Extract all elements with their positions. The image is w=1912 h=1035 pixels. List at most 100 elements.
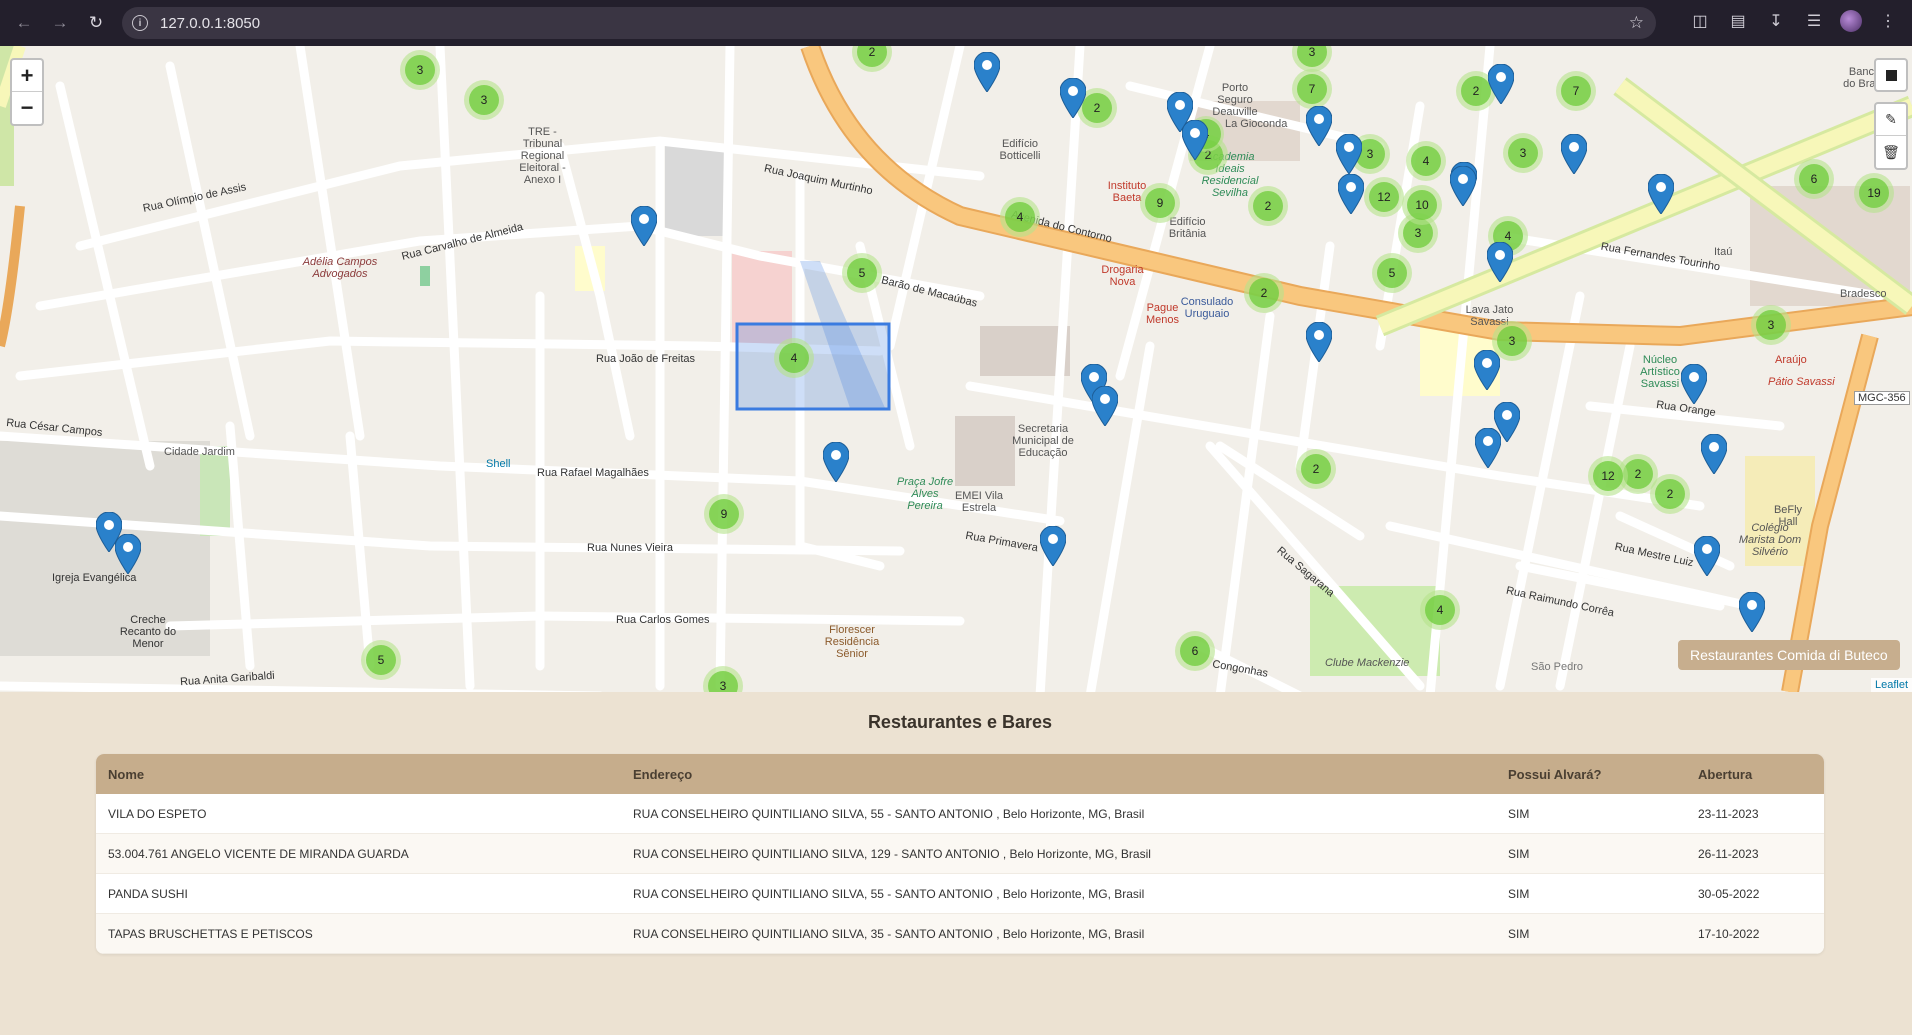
zoom-in-button[interactable]: + bbox=[12, 60, 42, 92]
extensions-icon[interactable]: ◫ bbox=[1688, 9, 1712, 33]
place-label: Consulado Uruguaio bbox=[1180, 296, 1234, 320]
cell-license: SIM bbox=[1508, 886, 1530, 901]
map-marker-icon[interactable] bbox=[1647, 173, 1675, 215]
table-row[interactable]: PANDA SUSHI RUA CONSELHEIRO QUINTILIANO … bbox=[96, 874, 1824, 914]
map-marker-icon[interactable] bbox=[1337, 173, 1365, 215]
cell-license: SIM bbox=[1508, 806, 1530, 821]
map-marker-icon[interactable] bbox=[1700, 433, 1728, 475]
reload-icon[interactable]: ↻ bbox=[82, 9, 110, 37]
map-legend: Restaurantes Comida di Buteco bbox=[1678, 640, 1900, 670]
marker-cluster[interactable]: 3 bbox=[1503, 133, 1543, 173]
marker-cluster[interactable]: 4 bbox=[1406, 141, 1446, 181]
cell-address: RUA CONSELHEIRO QUINTILIANO SILVA, 35 - … bbox=[633, 926, 1145, 941]
map-marker-icon[interactable] bbox=[1305, 105, 1333, 147]
marker-cluster[interactable]: 12 bbox=[1588, 456, 1628, 496]
marker-cluster[interactable]: 4 bbox=[1420, 590, 1460, 630]
map-marker-icon[interactable] bbox=[1059, 77, 1087, 119]
forward-icon[interactable]: → bbox=[46, 9, 74, 37]
draw-rectangle-button[interactable] bbox=[1874, 58, 1908, 92]
edit-layers-button[interactable]: ✎ bbox=[1876, 104, 1906, 136]
map-marker-icon[interactable] bbox=[1449, 165, 1477, 207]
edit-controls: ✎ 🗑 bbox=[1874, 102, 1908, 170]
cell-name: PANDA SUSHI bbox=[108, 886, 188, 901]
map-marker-icon[interactable] bbox=[1181, 119, 1209, 161]
map-marker-icon[interactable] bbox=[1039, 525, 1067, 567]
cell-license: SIM bbox=[1508, 846, 1530, 861]
map-marker-icon[interactable] bbox=[1738, 591, 1766, 633]
marker-cluster[interactable]: 4 bbox=[774, 338, 814, 378]
place-label: São Pedro bbox=[1531, 661, 1583, 673]
table-row[interactable]: 53.004.761 ANGELO VICENTE DE MIRANDA GUA… bbox=[96, 834, 1824, 874]
place-label: BeFly Hall bbox=[1773, 504, 1803, 528]
marker-cluster[interactable]: 6 bbox=[1794, 159, 1834, 199]
marker-cluster[interactable]: 19 bbox=[1854, 173, 1894, 213]
marker-cluster[interactable]: 9 bbox=[1140, 183, 1180, 223]
header-opening[interactable]: Abertura bbox=[1686, 767, 1824, 782]
map-marker-icon[interactable] bbox=[1473, 349, 1501, 391]
place-label: Edifício Botticelli bbox=[999, 138, 1041, 162]
delete-layers-button[interactable]: 🗑 bbox=[1876, 136, 1906, 168]
profile-avatar[interactable] bbox=[1840, 10, 1862, 32]
cell-opening: 26-11-2023 bbox=[1698, 846, 1759, 861]
marker-cluster[interactable]: 2 bbox=[1244, 273, 1284, 313]
header-address[interactable]: Endereço bbox=[621, 767, 1496, 782]
cell-opening: 17-10-2022 bbox=[1698, 926, 1760, 941]
trash-icon: 🗑 bbox=[1882, 143, 1900, 160]
media-icon[interactable]: ☰ bbox=[1802, 9, 1826, 33]
map-view[interactable]: Rua Olímpio de Assis Rua Carvalho de Alm… bbox=[0, 46, 1912, 692]
address-bar[interactable]: i 127.0.0.1:8050 ☆ bbox=[122, 7, 1656, 39]
table-row[interactable]: VILA DO ESPETO RUA CONSELHEIRO QUINTILIA… bbox=[96, 794, 1824, 834]
zoom-out-button[interactable]: − bbox=[12, 92, 42, 124]
map-marker-icon[interactable] bbox=[973, 51, 1001, 93]
cell-name: TAPAS BRUSCHETTAS E PETISCOS bbox=[108, 926, 313, 941]
download-icon[interactable]: ↧ bbox=[1764, 9, 1788, 33]
back-icon[interactable]: ← bbox=[10, 9, 38, 37]
leaflet-attribution[interactable]: Leaflet bbox=[1870, 678, 1912, 692]
marker-cluster[interactable]: 5 bbox=[842, 253, 882, 293]
table-row[interactable]: TAPAS BRUSCHETTAS E PETISCOS RUA CONSELH… bbox=[96, 914, 1824, 954]
map-marker-icon[interactable] bbox=[1305, 321, 1333, 363]
map-marker-icon[interactable] bbox=[1680, 363, 1708, 405]
map-marker-icon[interactable] bbox=[1693, 535, 1721, 577]
map-marker-icon[interactable] bbox=[114, 533, 142, 575]
street-label: Rua Nunes Vieira bbox=[587, 542, 674, 554]
map-marker-icon[interactable] bbox=[822, 441, 850, 483]
site-info-icon[interactable]: i bbox=[132, 15, 148, 31]
marker-cluster[interactable]: 3 bbox=[1751, 305, 1791, 345]
marker-cluster[interactable]: 3 bbox=[464, 80, 504, 120]
map-marker-icon[interactable] bbox=[1335, 133, 1363, 175]
marker-cluster[interactable]: 12 bbox=[1364, 177, 1404, 217]
header-name[interactable]: Nome bbox=[96, 767, 621, 782]
marker-cluster[interactable]: 10 bbox=[1402, 185, 1442, 225]
map-marker-icon[interactable] bbox=[1474, 427, 1502, 469]
map-marker-icon[interactable] bbox=[1486, 241, 1514, 283]
header-license[interactable]: Possui Alvará? bbox=[1496, 767, 1686, 782]
cell-address: RUA CONSELHEIRO QUINTILIANO SILVA, 129 -… bbox=[633, 846, 1151, 861]
map-marker-icon[interactable] bbox=[630, 205, 658, 247]
marker-cluster[interactable]: 3 bbox=[400, 50, 440, 90]
place-label: Adélia Campos Advogados bbox=[302, 256, 378, 280]
marker-cluster[interactable]: 5 bbox=[361, 640, 401, 680]
url-text: 127.0.0.1:8050 bbox=[160, 14, 261, 32]
marker-cluster[interactable]: 7 bbox=[1556, 71, 1596, 111]
marker-cluster[interactable]: 2 bbox=[1248, 186, 1288, 226]
tab-search-icon[interactable]: ▤ bbox=[1726, 9, 1750, 33]
table-header: Nome Endereço Possui Alvará? Abertura bbox=[96, 754, 1824, 794]
place-label: La Gioconda bbox=[1225, 118, 1288, 130]
marker-cluster[interactable]: 9 bbox=[704, 494, 744, 534]
map-marker-icon[interactable] bbox=[1487, 63, 1515, 105]
map-marker-icon[interactable] bbox=[1091, 385, 1119, 427]
zoom-control: + − bbox=[10, 58, 44, 126]
road-shield: MGC-356 bbox=[1854, 391, 1910, 405]
marker-cluster[interactable]: 4 bbox=[1000, 197, 1040, 237]
marker-cluster[interactable]: 6 bbox=[1175, 631, 1215, 671]
map-marker-icon[interactable] bbox=[1560, 133, 1588, 175]
marker-cluster[interactable]: 2 bbox=[1296, 449, 1336, 489]
cell-address: RUA CONSELHEIRO QUINTILIANO SILVA, 55 - … bbox=[633, 806, 1145, 821]
menu-kebab-icon[interactable]: ⋮ bbox=[1876, 9, 1900, 33]
marker-cluster[interactable]: 5 bbox=[1372, 253, 1412, 293]
bookmark-star-icon[interactable]: ☆ bbox=[1629, 13, 1644, 33]
marker-cluster[interactable]: 7 bbox=[1292, 69, 1332, 109]
place-label: Praça Jofre Alves Pereira bbox=[896, 476, 954, 512]
street-label: Rua Carlos Gomes bbox=[616, 614, 710, 626]
